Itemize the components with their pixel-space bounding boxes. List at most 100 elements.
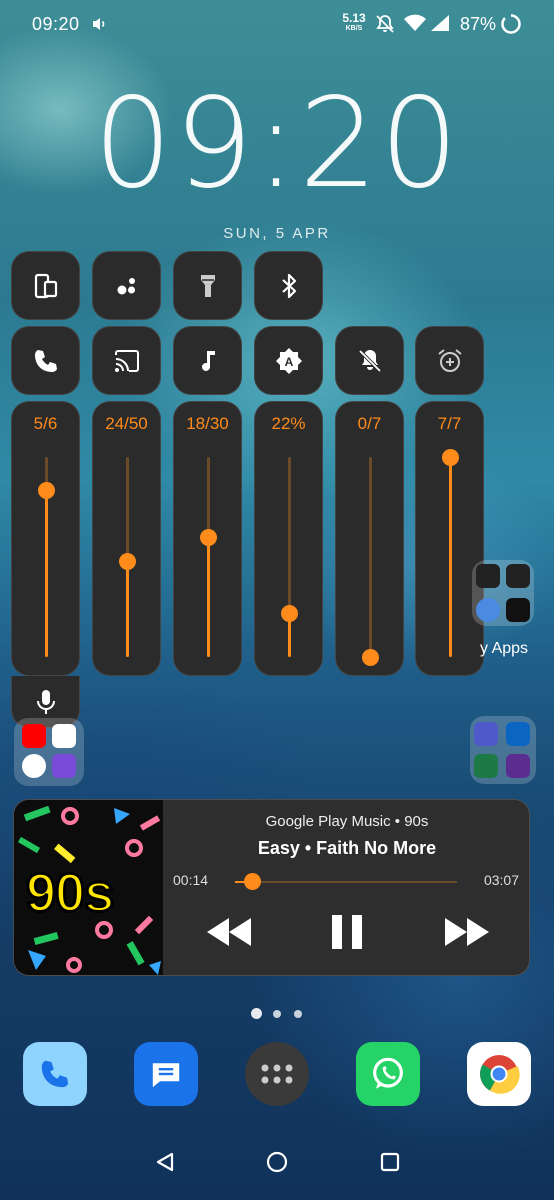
seek-bar[interactable] (235, 873, 457, 890)
slider-track[interactable] (38, 457, 55, 657)
screen-rotate-icon (34, 273, 57, 298)
status-time: 09:20 (32, 14, 80, 34)
media-title: Easy • Faith No More (257, 838, 437, 858)
media-volume-tile[interactable] (173, 326, 242, 395)
app-folder[interactable] (470, 716, 536, 784)
notifications-off-icon (358, 349, 381, 372)
auto-brightness-icon: A (275, 347, 302, 374)
slider-value: 0/7 (357, 414, 382, 433)
rewind-icon (207, 918, 251, 946)
calendar-app-icon (506, 564, 530, 588)
assistant-tile[interactable] (92, 251, 161, 320)
battery-ring-icon (501, 14, 521, 34)
flashlight-tile[interactable] (173, 251, 242, 320)
equalizer-app-icon (506, 598, 530, 622)
photos-app-icon (22, 754, 46, 778)
album-art-text: 90s (24, 862, 115, 925)
elapsed-time: 00:14 (173, 872, 209, 888)
apps-grid-app-icon (506, 754, 530, 778)
pause-button[interactable] (312, 908, 382, 956)
lockscreen-date: SUN, 5 APR (223, 225, 331, 242)
folder-label: y Apps (480, 640, 529, 657)
slider-fill (207, 537, 210, 657)
alarm-volume-slider[interactable]: 7/7 (415, 401, 484, 676)
widget-app-icon (52, 754, 76, 778)
slider-track[interactable] (281, 457, 298, 657)
slider-handle[interactable] (38, 482, 55, 500)
call-volume-tile[interactable] (11, 326, 80, 395)
music-volume-slider[interactable]: 18/30 (173, 401, 242, 676)
media-source: Google Play Music • 90s (265, 813, 429, 830)
brightness-volume-slider[interactable]: 22% (254, 401, 323, 676)
slider-value: 5/6 (33, 414, 58, 433)
alarm-add-icon (437, 348, 462, 372)
slider-fill (449, 457, 452, 657)
call-volume-icon (34, 349, 57, 372)
page-indicator-active (251, 1008, 262, 1019)
ring-volume-slider[interactable]: 5/6 (11, 401, 80, 676)
cast-icon (114, 349, 139, 372)
total-time: 03:07 (483, 872, 519, 888)
home-icon (266, 1151, 288, 1173)
cell-signal-icon (431, 15, 449, 31)
app-drawer-icon[interactable] (245, 1042, 309, 1106)
notification-volume-tile[interactable] (335, 326, 404, 395)
cast-tile[interactable] (92, 326, 161, 395)
bluetooth-icon (281, 273, 296, 298)
recents-icon (380, 1152, 400, 1172)
svg-text:A: A (284, 355, 293, 369)
chrome-app-icon[interactable] (467, 1042, 531, 1106)
page-indicator (273, 1010, 281, 1018)
slider-track[interactable] (119, 457, 136, 657)
slider-value: 18/30 (186, 414, 229, 433)
fast-forward-button[interactable] (432, 908, 502, 956)
slider-track[interactable] (442, 449, 459, 657)
alarm-volume-tile[interactable] (415, 326, 484, 395)
slider-handle[interactable] (362, 649, 379, 666)
slider-value: 22% (271, 414, 306, 433)
back-icon (156, 1152, 174, 1172)
excel-app-icon (474, 754, 498, 778)
slider-handle[interactable] (200, 529, 217, 546)
music-note-icon (201, 350, 215, 371)
slider-handle[interactable] (281, 605, 298, 622)
media-volume-slider[interactable]: 24/50 (92, 401, 161, 676)
seek-handle[interactable] (243, 873, 261, 890)
slider-value: 7/7 (437, 414, 462, 433)
media-player-card[interactable]: 90s Google Play Music • 90s Easy • Faith… (13, 799, 530, 976)
wifi-icon (404, 14, 426, 31)
teams-app-icon (474, 722, 498, 746)
remote-desktop-app-icon (506, 722, 530, 746)
slider-fill (45, 490, 48, 657)
slider-fill (126, 561, 129, 657)
pizza-app-icon (52, 724, 76, 748)
microphone-icon (36, 689, 55, 714)
notification-volume-slider[interactable]: 0/7 (335, 401, 404, 676)
settings-app-icon (476, 598, 500, 622)
assistant-icon (117, 277, 135, 294)
slider-value: 24/50 (105, 414, 148, 433)
slider-track[interactable] (362, 457, 379, 666)
rewind-button[interactable] (194, 908, 264, 956)
auto-brightness-tile[interactable]: A (254, 326, 323, 395)
slider-handle[interactable] (119, 553, 136, 570)
whatsapp-app-icon[interactable] (356, 1042, 420, 1106)
flashlight-icon (200, 274, 215, 297)
screen-rotate-tile[interactable] (11, 251, 80, 320)
app-folder[interactable] (14, 718, 84, 786)
app-folder[interactable] (472, 560, 534, 626)
home-button[interactable] (257, 1146, 297, 1178)
slider-handle[interactable] (442, 449, 459, 466)
fast-forward-icon (445, 918, 489, 946)
lockscreen-clock: 09:20 (93, 72, 461, 216)
battery-percent: 87% (460, 14, 497, 34)
page-indicator (294, 1010, 302, 1018)
notifications-off-icon (376, 15, 394, 33)
youtube-app-icon (22, 724, 46, 748)
slider-track[interactable] (200, 457, 217, 657)
recents-button[interactable] (370, 1146, 410, 1178)
messages-app-icon[interactable] (134, 1042, 198, 1106)
phone-app-icon[interactable] (23, 1042, 87, 1106)
back-button[interactable] (145, 1146, 185, 1178)
bluetooth-tile[interactable] (254, 251, 323, 320)
